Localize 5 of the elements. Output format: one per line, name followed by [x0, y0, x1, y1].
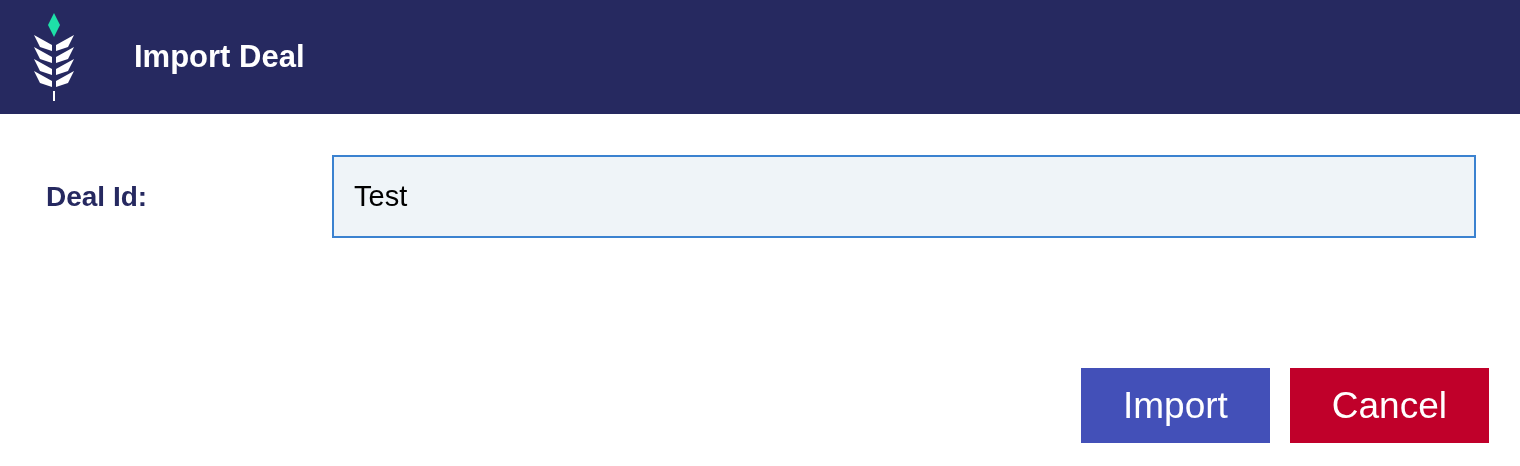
deal-id-label: Deal Id: [46, 180, 149, 213]
import-button[interactable]: Import [1080, 368, 1270, 443]
cancel-button[interactable]: Cancel [1289, 368, 1489, 443]
deal-id-field[interactable]: Test [332, 155, 1476, 238]
window-title: Import Deal [134, 39, 305, 75]
